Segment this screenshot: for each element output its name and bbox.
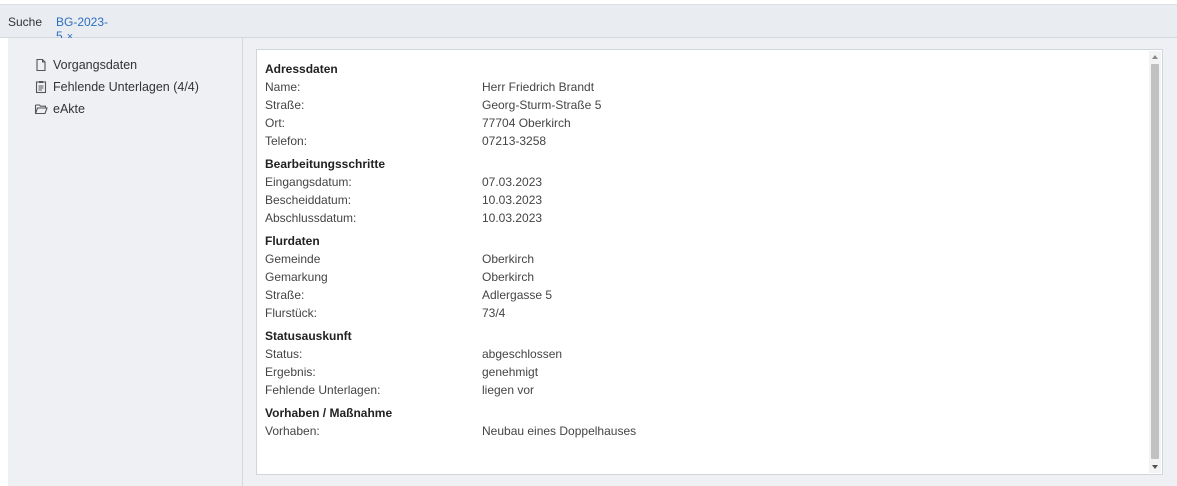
- detail-value: 07213-3258: [482, 134, 547, 148]
- vertical-scrollbar[interactable]: [1149, 51, 1161, 473]
- detail-value: Georg-Sturm-Straße 5: [482, 98, 602, 112]
- section-title: Vorhaben / Maßnahme: [265, 406, 393, 420]
- detail-value: liegen vor: [482, 383, 535, 397]
- detail-label: Ort:: [265, 116, 285, 130]
- section-title: Adressdaten: [265, 62, 338, 76]
- detail-label: Straße:: [265, 288, 305, 302]
- detail-value: abgeschlossen: [482, 347, 563, 361]
- section-flurdaten: Flurdaten Gemeinde Oberkirch Gemarkung Obe…: [265, 233, 1145, 322]
- detail-label: Straße:: [265, 98, 305, 112]
- scroll-down-arrow-icon[interactable]: [1149, 461, 1161, 473]
- scroll-up-arrow-icon[interactable]: [1149, 51, 1161, 63]
- detail-label: Flurstück:: [265, 306, 318, 320]
- detail-value: 77704 Oberkirch: [482, 116, 571, 130]
- sidebar-item-eakte[interactable]: eAkte: [34, 100, 85, 118]
- detail-value: Herr Friedrich Brandt: [482, 80, 595, 94]
- section-vorhaben-massnahme: Vorhaben / Maßnahme Vorhaben: Neubau eine…: [265, 405, 1145, 440]
- detail-row: Name: Herr Friedrich Brandt: [265, 78, 1145, 96]
- detail-label: Fehlende Unterlagen:: [265, 383, 381, 397]
- scrollbar-thumb[interactable]: [1151, 64, 1159, 459]
- detail-row: Abschlussdatum: 10.03.2023: [265, 209, 1145, 227]
- section-statusauskunft: Statusauskunft Status: abgeschlossen Erge…: [265, 328, 1145, 399]
- detail-value: 07.03.2023: [482, 175, 543, 189]
- detail-row: Telefon: 07213-3258: [265, 132, 1145, 150]
- detail-label: Eingangsdatum:: [265, 175, 352, 189]
- detail-value: Oberkirch: [482, 252, 535, 266]
- file-icon: [34, 58, 48, 72]
- detail-label: Name:: [265, 80, 301, 94]
- detail-label: Bescheiddatum:: [265, 193, 352, 207]
- sidebar-item-vorgangsdaten[interactable]: Vorgangsdaten: [34, 56, 137, 74]
- detail-label: Ergebnis:: [265, 365, 316, 379]
- detail-label: Vorhaben:: [265, 424, 320, 438]
- detail-value: Oberkirch: [482, 270, 535, 284]
- detail-label: Gemarkung: [265, 270, 328, 284]
- detail-row: Status: abgeschlossen: [265, 345, 1145, 363]
- folder-open-icon: [34, 102, 48, 116]
- detail-value: Adlergasse 5: [482, 288, 553, 302]
- sidebar-item-label: eAkte: [53, 102, 85, 116]
- case-details-content: Adressdaten Name: Herr Friedrich Brandt S…: [265, 61, 1145, 440]
- detail-row: Gemarkung Oberkirch: [265, 268, 1145, 286]
- section-title: Bearbeitungsschritte: [265, 157, 386, 171]
- section-bearbeitungsschritte: Bearbeitungsschritte Eingangsdatum: 07.03…: [265, 156, 1145, 227]
- sidebar: Vorgangsdaten Fehlende Unterlagen (4/4) …: [8, 38, 243, 486]
- section-title: Statusauskunft: [265, 329, 352, 343]
- detail-row: Bescheiddatum: 10.03.2023: [265, 191, 1145, 209]
- detail-label: Gemeinde: [265, 252, 321, 266]
- detail-value: genehmigt: [482, 365, 539, 379]
- case-details-panel: Adressdaten Name: Herr Friedrich Brandt S…: [256, 49, 1163, 475]
- detail-label: Telefon:: [265, 134, 308, 148]
- tab-bar: Suche BG-2023-5 ×: [0, 4, 1177, 52]
- tab-search[interactable]: Suche: [8, 15, 42, 29]
- sidebar-item-label: Vorgangsdaten: [53, 58, 138, 72]
- clipboard-icon: [34, 80, 48, 94]
- detail-row: Straße: Georg-Sturm-Straße 5: [265, 96, 1145, 114]
- detail-row: Flurstück: 73/4: [265, 304, 1145, 322]
- detail-row: Straße: Adlergasse 5: [265, 286, 1145, 304]
- sidebar-item-label: Fehlende Unterlagen (4/4): [53, 80, 199, 94]
- section-title: Flurdaten: [265, 234, 320, 248]
- detail-value: Neubau eines Doppelhauses: [482, 424, 637, 438]
- detail-row: Ergebnis: genehmigt: [265, 363, 1145, 381]
- detail-row: Gemeinde Oberkirch: [265, 250, 1145, 268]
- section-adressdaten: Adressdaten Name: Herr Friedrich Brandt S…: [265, 61, 1145, 150]
- main-area: Adressdaten Name: Herr Friedrich Brandt S…: [243, 38, 1177, 486]
- detail-value: 10.03.2023: [482, 211, 543, 225]
- detail-value: 73/4: [482, 306, 506, 320]
- detail-row: Vorhaben: Neubau eines Doppelhauses: [265, 422, 1145, 440]
- detail-row: Ort: 77704 Oberkirch: [265, 114, 1145, 132]
- detail-row: Eingangsdatum: 07.03.2023: [265, 173, 1145, 191]
- detail-label: Abschlussdatum:: [265, 211, 357, 225]
- sidebar-item-fehlende-unterlagen[interactable]: Fehlende Unterlagen (4/4): [34, 78, 199, 96]
- detail-row: Fehlende Unterlagen: liegen vor: [265, 381, 1145, 399]
- detail-value: 10.03.2023: [482, 193, 543, 207]
- detail-label: Status:: [265, 347, 303, 361]
